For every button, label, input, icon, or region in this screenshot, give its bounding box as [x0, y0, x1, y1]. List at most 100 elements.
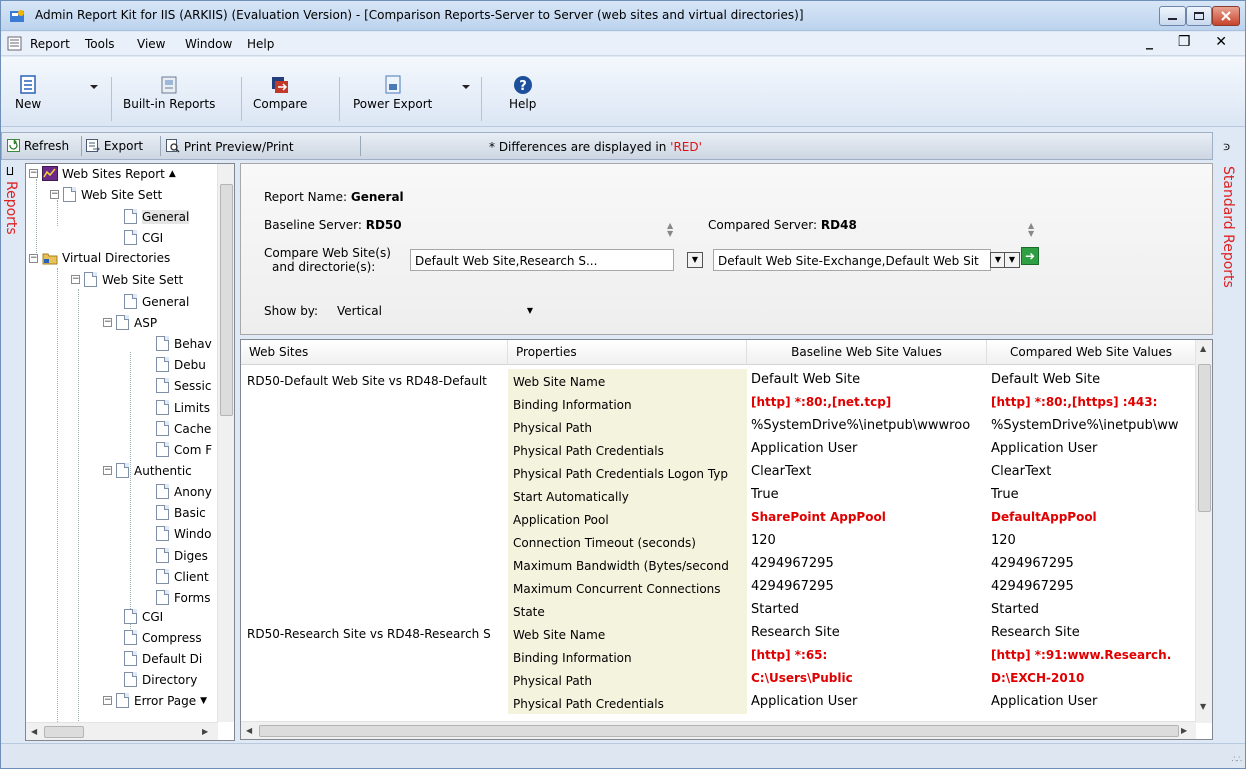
tree-node-digest[interactable]: Diges — [156, 548, 208, 563]
compared-value-cell[interactable]: DefaultAppPool — [987, 507, 1196, 530]
compared-value-cell[interactable]: [http] *:80:,[https] :443: — [987, 392, 1196, 415]
tree-node-error-pages[interactable]: − Error Page ▼ — [103, 693, 207, 708]
new-button[interactable]: New — [15, 75, 41, 111]
compared-value-cell[interactable]: ClearText — [987, 461, 1196, 484]
collapse-toggle-icon[interactable]: − — [29, 253, 38, 263]
tree-node-session[interactable]: Sessic — [156, 378, 211, 393]
export-button[interactable]: Export — [86, 139, 143, 153]
tree-node-com-plus[interactable]: Com F — [156, 442, 212, 457]
power-export-dropdown-arrow-icon[interactable] — [462, 85, 470, 89]
web-site-cell[interactable] — [241, 438, 508, 461]
minimize-button[interactable] — [1159, 6, 1186, 26]
refresh-button[interactable]: Refresh — [7, 139, 69, 153]
tree-vertical-scrollbar[interactable] — [217, 164, 234, 722]
collapse-toggle-icon[interactable]: − — [103, 318, 112, 327]
baseline-value-cell[interactable]: Application User — [747, 438, 987, 461]
resize-grip-icon[interactable]: ∴∴ — [1232, 755, 1243, 765]
property-cell[interactable]: Maximum Concurrent Connections — [508, 576, 747, 599]
tree-node-web-site-settings[interactable]: − Web Site Sett — [50, 187, 162, 202]
menu-view[interactable]: View — [137, 37, 165, 51]
tree-node-virtual-directories[interactable]: − Virtual Directories — [29, 251, 170, 265]
baseline-value-cell[interactable]: %SystemDrive%\inetpub\wwwroo — [747, 415, 987, 438]
tree-node-anonymous[interactable]: Anony — [156, 484, 212, 499]
collapse-toggle-icon[interactable]: − — [71, 275, 80, 284]
property-cell[interactable]: Web Site Name — [508, 622, 747, 645]
scroll-down-arrow-icon[interactable]: ▼ — [200, 696, 207, 706]
table-row[interactable]: Physical Path C:\Users\Public D:\EXCH-2010 — [241, 668, 1196, 691]
web-site-cell[interactable] — [241, 461, 508, 484]
apply-arrow-button[interactable]: ➜ — [1021, 247, 1039, 265]
compared-value-cell[interactable]: Application User — [987, 691, 1196, 714]
compared-value-cell[interactable]: Default Web Site — [987, 369, 1196, 392]
collapse-toggle-icon[interactable]: − — [103, 466, 112, 475]
baseline-value-cell[interactable]: True — [747, 484, 987, 507]
menu-tools[interactable]: Tools — [85, 37, 115, 51]
property-cell[interactable]: Application Pool — [508, 507, 747, 530]
compared-value-cell[interactable]: [http] *:91:www.Research. — [987, 645, 1196, 668]
compared-spinner-icon[interactable]: ▲ ▼ — [1028, 222, 1034, 238]
baseline-value-cell[interactable]: [http] *:65: — [747, 645, 987, 668]
tree-node-behavior[interactable]: Behav — [156, 336, 212, 351]
baseline-value-cell[interactable]: 120 — [747, 530, 987, 553]
compared-value-cell[interactable]: 4294967295 — [987, 576, 1196, 599]
new-dropdown-arrow-icon[interactable] — [90, 85, 98, 89]
tree-node-debugging[interactable]: Debu — [156, 357, 206, 372]
baseline-spinner-icon[interactable]: ▲ ▼ — [667, 222, 673, 238]
property-cell[interactable]: State — [508, 599, 747, 622]
property-cell[interactable]: Physical Path Credentials — [508, 438, 747, 461]
tree-node-default-document[interactable]: Default Di — [124, 651, 202, 666]
property-cell[interactable]: Binding Information — [508, 645, 747, 668]
tree-node-limits[interactable]: Limits — [156, 400, 210, 415]
web-site-cell[interactable]: RD50-Default Web Site vs RD48-Default — [241, 369, 508, 392]
table-row[interactable]: Physical Path %SystemDrive%\inetpub\wwwro… — [241, 415, 1196, 438]
baseline-value-cell[interactable]: ClearText — [747, 461, 987, 484]
print-preview-button[interactable]: Print Preview/Print — [166, 139, 294, 154]
compared-value-cell[interactable]: Application User — [987, 438, 1196, 461]
web-site-cell[interactable] — [241, 599, 508, 622]
compared-value-cell[interactable]: 4294967295 — [987, 553, 1196, 576]
dropdown-arrow-icon[interactable]: ▼ — [1004, 252, 1020, 268]
tree-node-cgi[interactable]: CGI — [124, 609, 163, 624]
property-cell[interactable]: Physical Path Credentials Logon Typ — [508, 461, 747, 484]
table-row[interactable]: Start Automatically True True — [241, 484, 1196, 507]
tree-node-forms[interactable]: Forms — [156, 590, 210, 605]
baseline-value-cell[interactable]: Default Web Site — [747, 369, 987, 392]
baseline-value-cell[interactable]: Started — [747, 599, 987, 622]
tree-node-authentication[interactable]: − Authentic — [103, 463, 192, 478]
mdi-window-controls[interactable]: _ ❒ ✕ — [1146, 34, 1237, 50]
column-header-properties[interactable]: Properties — [508, 340, 747, 365]
web-site-cell[interactable] — [241, 392, 508, 415]
compared-value-cell[interactable]: Research Site — [987, 622, 1196, 645]
compared-value-cell[interactable]: 120 — [987, 530, 1196, 553]
tree-node-web-sites-report[interactable]: − Web Sites Report ▲ — [29, 166, 176, 181]
scroll-right-arrow-icon[interactable]: ▶ — [1181, 726, 1187, 735]
baseline-value-cell[interactable]: SharePoint AppPool — [747, 507, 987, 530]
scroll-down-arrow-icon[interactable]: ▼ — [1200, 702, 1206, 711]
table-row[interactable]: State Started Started — [241, 599, 1196, 622]
table-row[interactable]: Physical Path Credentials Logon Typ Clear… — [241, 461, 1196, 484]
pin-icon[interactable]: ⩀ — [1220, 143, 1234, 151]
scroll-thumb[interactable] — [44, 726, 84, 738]
baseline-value-cell[interactable]: 4294967295 — [747, 576, 987, 599]
column-header-baseline[interactable]: Baseline Web Site Values — [747, 340, 987, 365]
reports-panel-tab[interactable]: ⨿ Reports — [1, 161, 23, 739]
property-cell[interactable]: Physical Path — [508, 415, 747, 438]
menu-report[interactable]: Report — [30, 37, 70, 51]
tree-node-client[interactable]: Client — [156, 569, 209, 584]
table-row[interactable]: RD50-Default Web Site vs RD48-Default Web… — [241, 369, 1196, 392]
compared-value-cell[interactable]: Started — [987, 599, 1196, 622]
tree-horizontal-scrollbar[interactable]: ◀ ▶ — [26, 722, 218, 740]
web-site-cell[interactable] — [241, 668, 508, 691]
compare-button[interactable]: Compare — [253, 75, 307, 111]
baseline-value-cell[interactable]: [http] *:80:,[net.tcp] — [747, 392, 987, 415]
tree-node-general[interactable]: General — [124, 294, 189, 309]
scroll-thumb[interactable] — [259, 725, 1179, 737]
baseline-value-cell[interactable]: Application User — [747, 691, 987, 714]
dropdown-arrow-icon[interactable]: ▼ — [687, 252, 703, 268]
table-row[interactable]: Binding Information [http] *:65: [http] *:… — [241, 645, 1196, 668]
tree-node-asp[interactable]: − ASP — [103, 315, 157, 330]
scroll-up-arrow-icon[interactable]: ▲ — [1200, 344, 1206, 353]
grid-horizontal-scrollbar[interactable]: ◀ ▶ — [241, 721, 1196, 739]
table-row[interactable]: Physical Path Credentials Application Use… — [241, 438, 1196, 461]
compared-value-cell[interactable]: %SystemDrive%\inetpub\ww — [987, 415, 1196, 438]
